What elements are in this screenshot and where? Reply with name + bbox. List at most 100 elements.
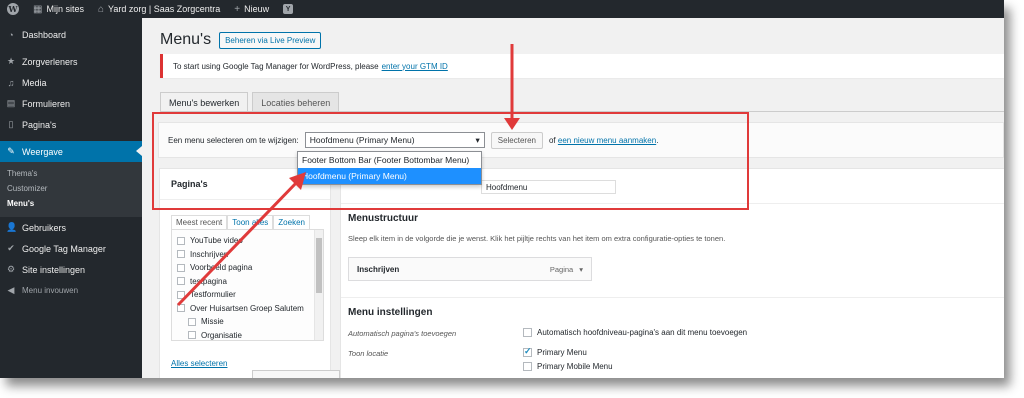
- sidebar-item-dashboard[interactable]: ◔ Dashboard: [0, 24, 142, 45]
- auto-add-checkbox[interactable]: [523, 328, 532, 337]
- add-to-menu-button[interactable]: [252, 370, 340, 378]
- sidebar-item-menu-invouwen[interactable]: ◀ Menu invouwen: [0, 280, 142, 301]
- sidebar-item-label: Weergave: [22, 146, 63, 157]
- scrollbar-thumb[interactable]: [316, 238, 322, 293]
- checkbox[interactable]: [177, 250, 185, 259]
- admin-sidebar: ◔ Dashboard ★ Zorgverleners ♫ Media ▤ Fo…: [0, 18, 142, 378]
- list-item[interactable]: Inschrijven: [172, 248, 323, 262]
- collapse-icon: ◀: [7, 285, 15, 295]
- auto-add-label: Automatisch pagina's toevoegen: [348, 329, 457, 338]
- list-item[interactable]: Organisatie: [172, 329, 323, 341]
- location-label: Toon locatie: [348, 349, 389, 358]
- appearance-submenu: Thema's Customizer Menu's: [0, 162, 142, 217]
- annotation-highlight-box: [152, 112, 749, 210]
- my-sites-label: Mijn sites: [46, 4, 84, 14]
- auto-add-option[interactable]: Automatisch hoofdniveau-pagina's aan dit…: [523, 328, 747, 337]
- settings-heading: Menu instellingen: [348, 307, 433, 318]
- sidebar-item-google-tag-manager[interactable]: ✔ Google Tag Manager: [0, 238, 142, 259]
- checkbox[interactable]: [177, 263, 185, 272]
- menu-item-type: Pagina ▾: [550, 265, 583, 274]
- tab-edit-menus[interactable]: Menu's bewerken: [160, 92, 249, 113]
- sidebar-item-label: Formulieren: [22, 98, 71, 109]
- menu-item-title: Inschrijven: [357, 264, 400, 274]
- wordpress-logo-button[interactable]: W: [0, 0, 26, 18]
- page-icon: ▯: [8, 119, 14, 129]
- location-primary-mobile-label: Primary Mobile Menu: [537, 362, 613, 371]
- sites-icon: ▦: [33, 3, 43, 15]
- my-sites-button[interactable]: ▦ Mijn sites: [26, 0, 91, 18]
- sidebar-item-label: Media: [22, 77, 47, 88]
- pages-list: YouTube video Inschrijven Voorbeeld pagi…: [171, 229, 324, 341]
- location-primary[interactable]: Primary Menu: [523, 346, 587, 357]
- list-item[interactable]: Missie: [172, 315, 323, 329]
- notice-text: To start using Google Tag Manager for Wo…: [173, 61, 379, 71]
- tab-show-all[interactable]: Toon alles: [227, 215, 274, 229]
- list-item-label: Voorbeeld pagina: [190, 263, 253, 273]
- yoast-icon: Y: [283, 4, 294, 14]
- list-item-label: Over Huisartsen Groep Salutem: [190, 303, 304, 313]
- media-icon: ♫: [7, 77, 15, 88]
- gtm-id-link[interactable]: enter your GTM ID: [382, 62, 448, 71]
- checkbox[interactable]: [177, 304, 185, 313]
- sidebar-item-weergave[interactable]: ✎ Weergave: [0, 141, 142, 162]
- location-primary-label: Primary Menu: [537, 348, 587, 357]
- divider: [341, 297, 1004, 298]
- pages-panel-tabs: Meest recent Toon alles Zoeken: [171, 215, 310, 229]
- sidebar-item-formulieren[interactable]: ▤ Formulieren: [0, 93, 142, 114]
- pin-icon: ★: [6, 56, 16, 66]
- list-item-label: Inschrijven: [190, 249, 229, 259]
- screenshot-frame: W ▦ Mijn sites ⌂ Yard zorg | Saas Zorgce…: [0, 0, 1004, 378]
- sidebar-item-label: Zorgverleners: [22, 56, 78, 67]
- checkbox[interactable]: [188, 317, 196, 326]
- checkbox[interactable]: [177, 236, 185, 245]
- sidebar-item-paginas[interactable]: ▯ Pagina's: [0, 114, 142, 135]
- primary-mobile-menu-checkbox[interactable]: [523, 362, 532, 371]
- submenu-item-customizer[interactable]: Customizer: [0, 181, 142, 196]
- tab-most-recent[interactable]: Meest recent: [171, 215, 228, 229]
- submenu-item-themes[interactable]: Thema's: [0, 166, 142, 181]
- tab-search[interactable]: Zoeken: [273, 215, 310, 229]
- tag-icon: ✔: [7, 243, 15, 253]
- sidebar-item-gebruikers[interactable]: 👤 Gebruikers: [0, 217, 142, 238]
- sidebar-item-label: Google Tag Manager: [22, 243, 106, 254]
- menu-item-row[interactable]: Inschrijven Pagina ▾: [348, 257, 592, 281]
- list-item[interactable]: Over Huisartsen Groep Salutem: [172, 302, 323, 316]
- live-preview-button[interactable]: Beheren via Live Preview: [219, 31, 322, 49]
- chevron-down-icon[interactable]: ▾: [579, 265, 583, 274]
- sidebar-item-label: Menu invouwen: [22, 286, 79, 295]
- checkbox[interactable]: [177, 277, 185, 286]
- submenu-item-menus[interactable]: Menu's: [0, 196, 142, 211]
- sidebar-item-media[interactable]: ♫ Media: [0, 72, 142, 93]
- location-primary-mobile[interactable]: Primary Mobile Menu: [523, 362, 613, 371]
- checkbox[interactable]: [188, 331, 196, 340]
- list-item[interactable]: testpagina: [172, 275, 323, 289]
- tab-manage-locations[interactable]: Locaties beheren: [252, 92, 340, 113]
- auto-add-option-label: Automatisch hoofdniveau-pagina's aan dit…: [537, 328, 748, 337]
- site-name-button[interactable]: ⌂ Yard zorg | Saas Zorgcentra: [91, 0, 227, 18]
- sidebar-item-zorgverleners[interactable]: ★ Zorgverleners: [0, 51, 142, 72]
- list-item-label: YouTube video: [190, 236, 243, 246]
- menu-tabs: Menu's bewerken Locaties beheren: [160, 92, 340, 113]
- list-item-label: testpagina: [190, 276, 227, 286]
- select-all-link[interactable]: Alles selecteren: [171, 359, 227, 368]
- plus-icon: +: [234, 3, 241, 15]
- list-scrollbar[interactable]: [314, 230, 323, 340]
- list-item[interactable]: Voorbeeld pagina: [172, 261, 323, 275]
- site-name-label: Yard zorg | Saas Zorgcentra: [108, 4, 221, 14]
- new-content-button[interactable]: + Nieuw: [227, 0, 276, 18]
- sidebar-item-site-instellingen[interactable]: ⚙ Site instellingen: [0, 259, 142, 280]
- forms-icon: ▤: [6, 98, 16, 108]
- admin-bar: W ▦ Mijn sites ⌂ Yard zorg | Saas Zorgce…: [0, 0, 1004, 18]
- list-item[interactable]: Testformulier: [172, 288, 323, 302]
- users-icon: 👤: [6, 222, 18, 232]
- list-item-label: Organisatie: [201, 330, 242, 340]
- checkbox[interactable]: [177, 290, 185, 299]
- sidebar-item-label: Gebruikers: [22, 222, 67, 233]
- sidebar-item-label: Pagina's: [22, 119, 57, 130]
- yoast-button[interactable]: Y: [276, 0, 300, 18]
- list-item[interactable]: YouTube video: [172, 234, 323, 248]
- menu-item-type-label: Pagina: [549, 264, 574, 274]
- list-item-label: Testformulier: [190, 290, 236, 300]
- list-item-label: Missie: [201, 317, 224, 327]
- primary-menu-checkbox[interactable]: [523, 346, 532, 357]
